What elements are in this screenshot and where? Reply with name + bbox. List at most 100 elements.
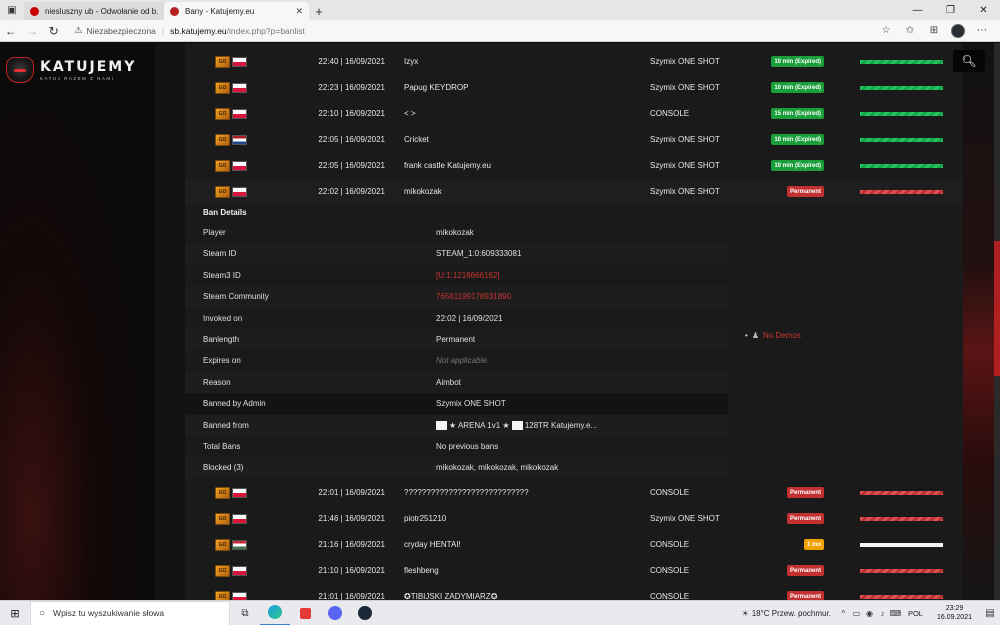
discord-icon[interactable] [320, 601, 350, 625]
refresh-icon[interactable]: ↻ [43, 20, 64, 42]
windows-start-icon[interactable]: ⊞ [0, 601, 30, 625]
csgo-game-icon: GO [215, 487, 230, 499]
detail-value: No previous bans [436, 442, 499, 451]
player-name: ✪TIBIJSKI ZADYMIARZ✪ [404, 592, 498, 600]
keyboard-icon[interactable]: ⌨ [889, 609, 902, 618]
country-flag-icon [232, 57, 247, 67]
language-indicator[interactable]: POL [908, 609, 923, 618]
detail-value: STEAM_1:0:609333081 [436, 249, 522, 259]
profile-avatar[interactable] [951, 23, 965, 38]
forward-icon[interactable]: → [21, 20, 42, 42]
row-icons: GO [215, 82, 247, 94]
demos-link[interactable]: • ♟ No Demos [745, 331, 801, 340]
ban-row[interactable]: GO 22:05 | 16/09/2021 frank castle Katujem… [185, 153, 963, 179]
browser-tab-1[interactable]: Bany - Katujemy.eu ✕ [164, 2, 309, 20]
detail-value[interactable]: [U:1:1218666162] [436, 271, 500, 280]
volume-icon[interactable]: ♪ [876, 609, 889, 618]
row-icons: GO [215, 565, 247, 577]
window-controls: — ❐ ✕ [901, 0, 1000, 20]
clock[interactable]: 23:29 16.09.2021 [937, 604, 972, 622]
ban-row[interactable]: GO 21:01 | 16/09/2021 ✪TIBIJSKI ZADYMIARZ✪… [185, 584, 963, 600]
detail-label: Steam3 ID [203, 270, 241, 280]
ban-row[interactable]: GO 21:16 | 16/09/2021 cryday HENTAI! CONSOL… [185, 532, 963, 558]
ban-row[interactable]: GO 21:46 | 16/09/2021 piotr251210 Szymix ON… [185, 506, 963, 532]
hooded-mask-icon [6, 57, 34, 83]
ban-details: Ban Details Player mikokozak Steam ID STEAM… [185, 204, 963, 484]
minimize-icon[interactable]: — [901, 0, 934, 20]
csgo-game-icon: GO [215, 160, 230, 172]
weather-text[interactable]: 18°C Przew. pochmur. [752, 609, 831, 618]
player-name: frank castle Katujemy.eu [404, 161, 492, 170]
scrollbar-thumb[interactable] [994, 241, 1000, 376]
close-window-icon[interactable]: ✕ [967, 0, 1000, 20]
url-field[interactable]: ⚠ Niezabezpieczona | sb.katujemy.eu /ind… [74, 22, 874, 40]
favorites-icon[interactable]: ✩ [898, 20, 922, 42]
brand-name: KATUJEMY [40, 58, 137, 75]
taskbar-search-input[interactable]: ○ Wpisz tu wyszukiwanie słowa [30, 600, 230, 625]
detail-value[interactable]: 76561199178931890 [436, 292, 511, 301]
length-badge: 1 mo [803, 539, 824, 550]
detail-label: Banned by Admin [203, 399, 266, 409]
progress-bar [860, 569, 943, 573]
ban-date: 21:46 | 16/09/2021 [318, 514, 385, 523]
detail-row: Steam Community 76561199178931890 [185, 286, 728, 308]
page-viewport: KATUJEMY KATUJ RAZEM Z NAMI GO 22:40 | 16… [0, 43, 1000, 600]
ban-row[interactable]: GO 22:40 | 16/09/2021 Izyx Szymix ONE SHOT 1… [185, 49, 963, 75]
ban-row[interactable]: GO 22:10 | 16/09/2021 < > CONSOLE 15 min (Ex… [185, 101, 963, 127]
progress-bar [860, 517, 943, 521]
task-view-icon[interactable]: ⧉ [230, 601, 260, 625]
tab-actions-icon[interactable]: ▣ [0, 0, 24, 20]
progress-bar [860, 543, 943, 547]
network-icon[interactable]: ▭ [850, 609, 863, 618]
collections-icon[interactable]: ⊞ [922, 20, 946, 42]
edge-browser-icon[interactable] [260, 601, 290, 625]
detail-value[interactable]: ★ ARENA 1v1 ★ 128TR Katujemy.e... [436, 421, 597, 430]
notifications-icon[interactable]: ▤ [980, 608, 1000, 619]
admin-name: CONSOLE [650, 109, 690, 118]
detail-value: Not applicable. [436, 356, 489, 366]
detail-row: Banlength Permanent [185, 329, 728, 350]
progress-bar [860, 60, 943, 64]
row-icons: GO [215, 539, 247, 551]
csgo-game-icon: GO [215, 82, 230, 94]
detail-label: Banned from [203, 420, 249, 430]
favorite-star-icon[interactable]: ☆ [874, 20, 898, 42]
site-logo[interactable]: KATUJEMY KATUJ RAZEM Z NAMI [6, 55, 151, 85]
roblox-icon[interactable] [290, 601, 320, 625]
detail-value: Aimbot [436, 377, 461, 387]
background-art-left [0, 43, 155, 600]
back-icon[interactable]: ← [0, 20, 21, 42]
player-name: mikokozak [404, 187, 442, 196]
csgo-game-icon: GO [215, 186, 230, 198]
length-badge: Permanent [786, 591, 824, 600]
ban-row[interactable]: GO 22:23 | 16/09/2021 Papug KEYDROP Szymix … [185, 75, 963, 101]
close-tab-icon[interactable]: ✕ [295, 6, 303, 17]
detail-value: 22:02 | 16/09/2021 [436, 313, 503, 323]
chevron-up-icon[interactable]: ^ [837, 609, 850, 618]
search-button[interactable]: 🔍︎ [953, 50, 985, 72]
taskbar: ⊞ ○ Wpisz tu wyszukiwanie słowa ⧉ ☀ 18°C… [0, 600, 1000, 625]
csgo-game-icon: GO [215, 591, 230, 600]
player-name: Cricket [404, 135, 429, 144]
camera-icon[interactable]: ◉ [863, 609, 876, 618]
admin-name: CONSOLE [650, 566, 690, 575]
ban-row[interactable]: GO 22:02 | 16/09/2021 mikokozak Szymix ONE … [185, 179, 963, 205]
search-icon: 🔍︎ [961, 54, 977, 68]
browser-tab-0[interactable]: niesluszny ub - Odwołanie od b... [24, 2, 164, 20]
url-path: /index.php?p=banlist [226, 25, 305, 36]
ban-row[interactable]: GO 22:01 | 16/09/2021????????????????????… [185, 480, 963, 506]
warning-icon[interactable]: ⚠ [74, 25, 82, 36]
detail-row: Reason Aimbot [185, 371, 728, 393]
ban-row[interactable]: GO 21:10 | 16/09/2021 fleshbeng CONSOLE Perm… [185, 558, 963, 584]
ban-row[interactable]: GO 22:05 | 16/09/2021 Cricket Szymix ONE SH… [185, 127, 963, 153]
browser-tab-strip: ▣ niesluszny ub - Odwołanie od b... Bany… [0, 0, 1000, 20]
tab-title: niesluszny ub - Odwołanie od b... [45, 6, 158, 16]
restore-icon[interactable]: ❐ [934, 0, 967, 20]
more-icon[interactable]: ⋯ [970, 20, 994, 42]
ban-date: 22:23 | 16/09/2021 [318, 83, 385, 92]
page-scrollbar[interactable] [994, 43, 1000, 600]
new-tab-button[interactable]: + [309, 2, 329, 20]
ban-date: 21:16 | 16/09/2021 [318, 540, 385, 549]
detail-label: Banlength [203, 335, 240, 344]
steam-icon[interactable] [350, 601, 380, 625]
